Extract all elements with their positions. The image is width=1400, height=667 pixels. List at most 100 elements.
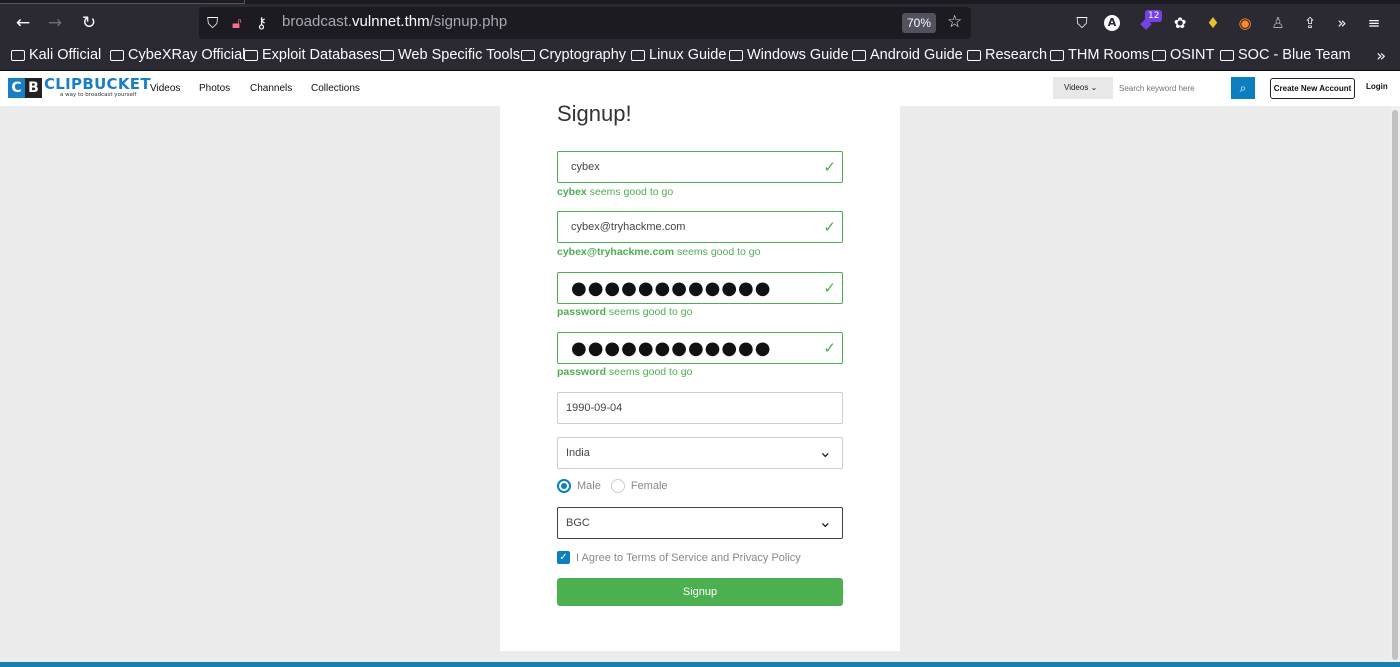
logo-letter: C: [8, 78, 25, 98]
terms-label: I Agree to Terms of Service and Privacy …: [576, 551, 801, 564]
bookmark-item[interactable]: SOC - Blue Team: [1220, 47, 1351, 63]
nav-photos[interactable]: Photos: [199, 83, 230, 94]
folder-icon: [631, 49, 645, 61]
search-input[interactable]: [1113, 77, 1231, 99]
browser-toolbar: ← → ↻ ⛉ 🔓︎ ⚷ broadcast.vulnnet.thm/signu…: [0, 4, 1400, 42]
terms-checkbox[interactable]: ✓: [557, 551, 570, 564]
username-field[interactable]: cybex ✓: [557, 151, 843, 183]
folder-icon: [967, 49, 981, 61]
account-icon[interactable]: A: [1104, 15, 1120, 31]
gender-male-radio[interactable]: [557, 479, 571, 493]
chevron-down-icon: ⌄: [818, 442, 832, 461]
signup-button[interactable]: Signup: [557, 578, 843, 606]
bookmarks-overflow-icon[interactable]: »: [1376, 46, 1386, 65]
gender-female-label: Female: [630, 480, 668, 492]
bookmark-item[interactable]: Research: [967, 47, 1047, 63]
folder-icon: [1050, 49, 1064, 61]
logo-tagline: a way to broadcast yourself: [60, 92, 137, 98]
folder-icon: [729, 49, 743, 61]
back-arrow-icon[interactable]: ←: [12, 12, 34, 34]
folder-icon: [521, 49, 535, 61]
bookmark-item[interactable]: Cryptography: [521, 47, 626, 63]
site-header: C B CLIPBUCKET a way to broadcast yourse…: [0, 71, 1400, 106]
confirm-password-help: password seems good to go: [557, 366, 693, 378]
nav-channels[interactable]: Channels: [250, 83, 292, 94]
username-help: cybex seems good to go: [557, 186, 674, 198]
scrollbar-thumb[interactable]: [1392, 110, 1398, 660]
extension-badge: 12: [1145, 10, 1163, 22]
key-icon[interactable]: ⚷: [256, 12, 267, 34]
cookie-icon[interactable]: ✿: [1170, 13, 1190, 33]
category-select[interactable]: BGC ⌄: [557, 507, 843, 539]
gender-radio-group: Male Female: [557, 479, 668, 493]
gender-female-radio[interactable]: [610, 479, 625, 493]
bookmark-item[interactable]: Web Specific Tools: [380, 47, 520, 63]
share-icon[interactable]: ⇪: [1300, 13, 1320, 33]
create-account-button[interactable]: Create New Account: [1270, 78, 1355, 99]
checkmark-icon: ✓: [823, 339, 836, 357]
password-mask: ●●●●●●●●●●●●: [571, 278, 772, 299]
terms-row: ✓ I Agree to Terms of Service and Privac…: [557, 551, 801, 564]
folder-icon: [11, 49, 25, 61]
folder-icon: [1220, 49, 1234, 61]
login-link[interactable]: Login: [1366, 82, 1388, 91]
bookmarks-toolbar: Kali Official CybeXRay Official Exploit …: [0, 42, 1400, 71]
pocket-icon[interactable]: ⛉: [1072, 13, 1092, 33]
bookmark-item[interactable]: Exploit Databases: [244, 47, 379, 63]
shield-icon[interactable]: ⛉: [207, 12, 218, 34]
checkmark-icon: ✓: [823, 279, 836, 297]
checkmark-icon: ✓: [823, 218, 836, 236]
bookmark-item[interactable]: CybeXRay Official: [110, 47, 245, 63]
category-value: BGC: [566, 517, 590, 529]
page-title: Signup!: [557, 101, 632, 126]
forward-arrow-icon[interactable]: →: [44, 12, 66, 34]
bookmark-item[interactable]: Kali Official: [11, 47, 101, 63]
search-button[interactable]: ⌕: [1231, 77, 1255, 99]
reload-icon[interactable]: ↻: [78, 12, 100, 34]
checkmark-icon: ✓: [823, 158, 836, 176]
email-help: cybex@tryhackme.com seems good to go: [557, 246, 761, 258]
search-category-label: Videos: [1064, 83, 1089, 92]
folder-icon: [380, 49, 394, 61]
password-help: password seems good to go: [557, 306, 693, 318]
search-bar: Videos ⌄ ⌕: [1053, 77, 1255, 99]
nav-videos[interactable]: Videos: [150, 83, 180, 94]
user-agent-icon[interactable]: ♙: [1268, 13, 1288, 33]
bookmark-item[interactable]: THM Rooms: [1050, 47, 1149, 63]
username-value: cybex: [571, 161, 600, 173]
folder-icon: [110, 49, 124, 61]
insecure-lock-icon[interactable]: 🔓︎: [232, 12, 242, 34]
url-text[interactable]: broadcast.vulnnet.thm/signup.php: [282, 13, 507, 30]
confirm-password-mask: ●●●●●●●●●●●●: [571, 338, 772, 359]
folder-icon: [852, 49, 866, 61]
footer-strip: [0, 662, 1400, 667]
folder-icon: [244, 49, 258, 61]
logo-mark: C B: [8, 78, 42, 98]
zoom-level[interactable]: 70%: [902, 13, 936, 33]
search-category-select[interactable]: Videos ⌄: [1053, 77, 1113, 99]
chevron-down-icon: ⌄: [1090, 83, 1098, 92]
email-value: cybex@tryhackme.com: [571, 221, 686, 233]
bookmark-item[interactable]: Windows Guide: [729, 47, 849, 63]
folder-icon: [1152, 49, 1166, 61]
overflow-chevron-icon[interactable]: »: [1332, 13, 1352, 33]
nav-collections[interactable]: Collections: [311, 83, 360, 94]
url-bar[interactable]: ⛉ 🔓︎ ⚷ broadcast.vulnnet.thm/signup.php …: [199, 7, 971, 39]
logo-text: CLIPBUCKET: [44, 75, 151, 93]
confirm-password-field[interactable]: ●●●●●●●●●●●● ✓: [557, 332, 843, 364]
bookmark-star-icon[interactable]: ☆: [947, 12, 962, 32]
bookmark-item[interactable]: Linux Guide: [631, 47, 726, 63]
email-field[interactable]: cybex@tryhackme.com ✓: [557, 211, 843, 243]
hamburger-menu-icon[interactable]: ≡: [1364, 13, 1384, 33]
logo-letter: B: [25, 78, 42, 98]
chevron-down-icon: ⌄: [818, 512, 832, 531]
country-value: India: [566, 447, 590, 459]
bookmark-item[interactable]: OSINT: [1152, 47, 1214, 63]
password-field[interactable]: ●●●●●●●●●●●● ✓: [557, 272, 843, 304]
wappalyzer-icon[interactable]: ♦: [1203, 13, 1223, 33]
dob-field[interactable]: 1990-09-04: [557, 392, 843, 424]
gender-male-label: Male: [577, 480, 601, 492]
bookmark-item[interactable]: Android Guide: [852, 47, 963, 63]
foxyproxy-icon[interactable]: ◉: [1235, 13, 1255, 33]
country-select[interactable]: India ⌄: [557, 437, 843, 469]
